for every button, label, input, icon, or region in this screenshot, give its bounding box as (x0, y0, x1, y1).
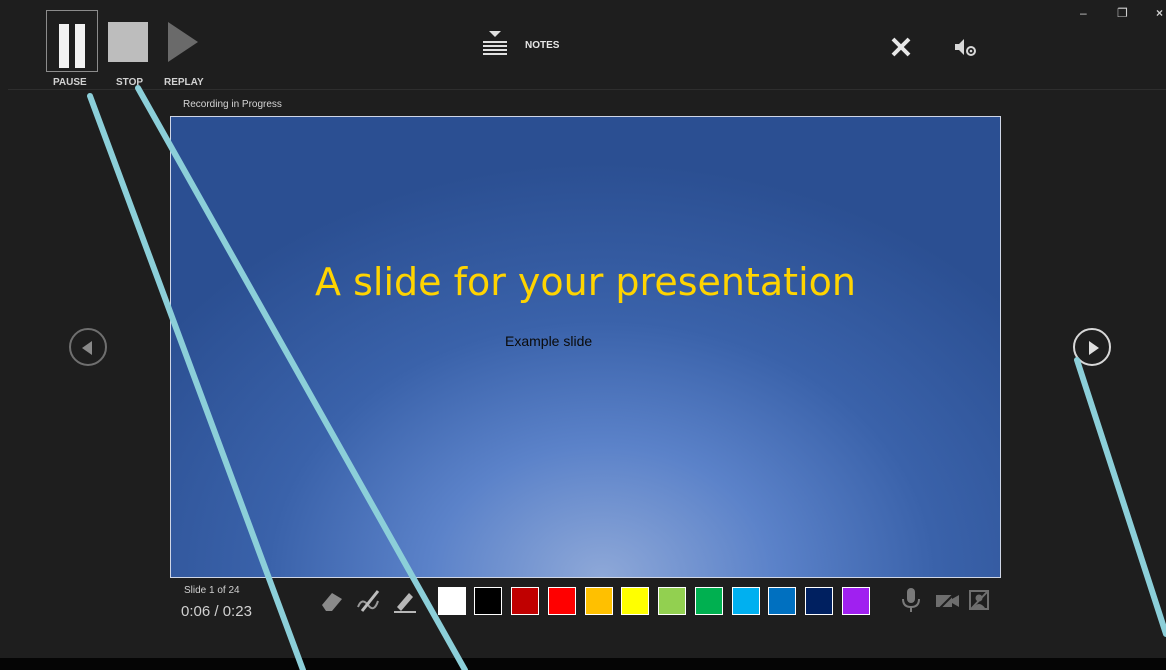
recording-toolbar: PAUSE STOP REPLAY NOTES (0, 0, 1166, 90)
close-icon[interactable] (890, 36, 912, 58)
pen-icon[interactable] (354, 587, 382, 615)
previous-slide-icon (82, 341, 92, 355)
time-elapsed: 0:06 (181, 603, 211, 620)
next-slide-icon (1089, 341, 1099, 355)
camera-preview-icon[interactable] (967, 585, 993, 615)
color-swatch-black[interactable] (474, 587, 502, 615)
audio-settings-icon[interactable] (953, 36, 977, 58)
time-separator: / (214, 603, 219, 620)
recording-window: – ❐ × PAUSE STOP REPLAY NOTES Recording … (0, 0, 1166, 658)
replay-label[interactable]: REPLAY (164, 77, 204, 88)
slide-subtitle: Example slide (505, 333, 593, 349)
color-swatch-purple[interactable] (842, 587, 870, 615)
color-swatch-dark-blue[interactable] (805, 587, 833, 615)
slide-counter: Slide 1 of 24 (184, 585, 240, 596)
highlighter-icon[interactable] (391, 587, 419, 615)
color-swatch-green[interactable] (695, 587, 723, 615)
color-swatch-orange[interactable] (585, 587, 613, 615)
notes-button-label[interactable]: NOTES (525, 40, 559, 51)
eraser-icon[interactable] (318, 587, 346, 615)
pause-icon-bar (75, 24, 85, 68)
taskbar-strip (0, 658, 1166, 670)
slide-title: A slide for your presentation (315, 260, 856, 304)
next-slide-button[interactable] (1073, 328, 1111, 366)
color-swatch-blue[interactable] (768, 587, 796, 615)
microphone-icon[interactable] (898, 585, 924, 615)
color-swatch-light-green[interactable] (658, 587, 686, 615)
pause-icon (59, 24, 69, 68)
recording-status: Recording in Progress (183, 99, 282, 110)
pause-label[interactable]: PAUSE (53, 77, 87, 88)
replay-button[interactable] (168, 22, 198, 62)
camera-icon[interactable] (934, 585, 960, 615)
stop-button[interactable] (108, 22, 148, 62)
color-swatch-light-blue[interactable] (732, 587, 760, 615)
previous-slide-button[interactable] (69, 328, 107, 366)
color-swatch-yellow[interactable] (621, 587, 649, 615)
time-total: 0:23 (222, 603, 252, 620)
color-swatch-red[interactable] (548, 587, 576, 615)
color-swatch-dark-red[interactable] (511, 587, 539, 615)
stop-label[interactable]: STOP (116, 77, 143, 88)
notes-icon[interactable] (483, 29, 507, 59)
recording-timer: 0:06 / 0:23 (181, 603, 252, 620)
pause-button[interactable] (46, 10, 98, 72)
color-swatch-white[interactable] (438, 587, 466, 615)
toolbar-divider (8, 89, 1166, 90)
